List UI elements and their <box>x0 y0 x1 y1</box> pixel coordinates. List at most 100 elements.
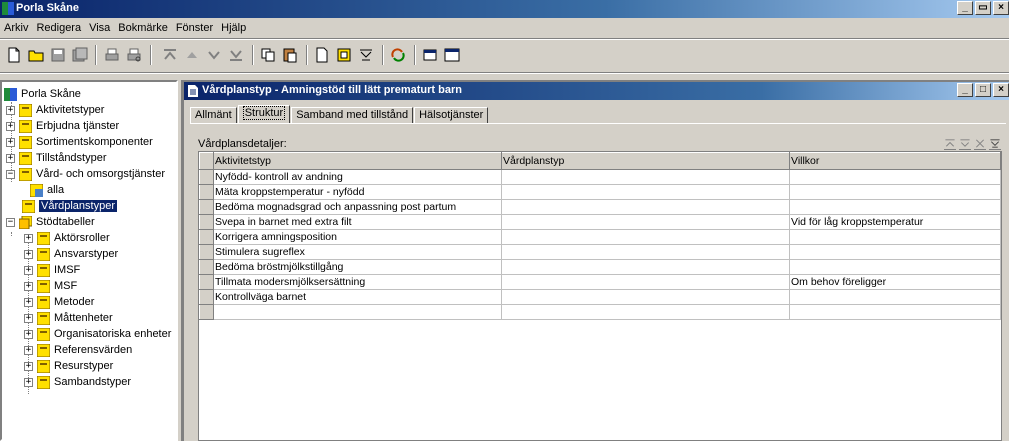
tab-halsotjanster[interactable]: Hälsotjänster <box>414 107 489 124</box>
table-row-empty[interactable] <box>199 304 1001 320</box>
cell-aktivitetstyp[interactable]: Kontrollväga barnet <box>213 289 502 305</box>
tree-item-aktorsroller[interactable]: + Aktörsroller <box>24 230 110 246</box>
expand-icon[interactable]: + <box>6 153 15 163</box>
activity-grid[interactable]: Aktivitetstyp Vårdplanstyp Villkor Nyföd… <box>198 151 1002 441</box>
move-down-icon[interactable] <box>959 138 971 150</box>
cell-aktivitetstyp[interactable]: Tillmata modersmjölksersättning <box>213 274 502 290</box>
expand-icon[interactable]: + <box>24 297 33 307</box>
row-selector[interactable] <box>199 289 214 305</box>
tree-item-sambandstyper[interactable]: + Sambandstyper <box>24 374 131 390</box>
expand-icon[interactable]: + <box>24 361 33 371</box>
expand-icon[interactable]: + <box>6 121 15 131</box>
cell-vardplanstyp[interactable] <box>501 199 790 215</box>
cell-aktivitetstyp[interactable]: Mäta kroppstemperatur - nyfödd <box>213 184 502 200</box>
cell-villkor[interactable] <box>789 199 1001 215</box>
column-header-vardplanstyp[interactable]: Vårdplanstyp <box>501 152 790 170</box>
cell-villkor[interactable] <box>789 259 1001 275</box>
cell-villkor[interactable]: Om behov föreligger <box>789 274 1001 290</box>
cell-villkor[interactable] <box>789 244 1001 260</box>
cell-vardplanstyp[interactable] <box>501 184 790 200</box>
tree-item-tillstandstyper[interactable]: + Tillståndstyper <box>6 150 107 166</box>
tree-item-msf[interactable]: + MSF <box>24 278 77 294</box>
cell-vardplanstyp[interactable] <box>501 169 790 185</box>
cell-villkor[interactable] <box>789 289 1001 305</box>
child-minimize-button[interactable]: _ <box>957 83 973 97</box>
expand-icon[interactable]: + <box>24 249 33 259</box>
row-selector[interactable] <box>199 199 214 215</box>
collapse-icon[interactable]: − <box>6 169 15 179</box>
menu-hjalp[interactable]: Hjälp <box>221 22 246 34</box>
empty-cell[interactable] <box>213 304 502 320</box>
row-selector[interactable] <box>199 304 214 320</box>
paste-icon[interactable] <box>280 45 300 65</box>
child-maximize-button[interactable]: □ <box>975 83 991 97</box>
restore-button[interactable]: ▭ <box>975 1 991 15</box>
close-button[interactable]: × <box>993 1 1009 15</box>
menu-arkiv[interactable]: Arkiv <box>4 22 28 34</box>
menu-bokmarke[interactable]: Bokmärke <box>118 22 168 34</box>
table-row[interactable]: Bedöma mognadsgrad och anpassning post p… <box>199 199 1001 215</box>
tree-item-stodtabeller[interactable]: − Stödtabeller <box>6 214 95 230</box>
refresh-icon[interactable] <box>388 45 408 65</box>
row-selector[interactable] <box>199 259 214 275</box>
table-row[interactable]: Korrigera amningsposition <box>199 229 1001 245</box>
open-icon[interactable] <box>26 45 46 65</box>
filter-icon[interactable] <box>356 45 376 65</box>
cell-aktivitetstyp[interactable]: Bedöma mognadsgrad och anpassning post p… <box>213 199 502 215</box>
expand-icon[interactable]: + <box>6 137 15 147</box>
menu-fonster[interactable]: Fönster <box>176 22 213 34</box>
row-selector[interactable] <box>199 214 214 230</box>
cell-vardplanstyp[interactable] <box>501 214 790 230</box>
collapse-icon[interactable]: − <box>6 217 15 227</box>
table-row[interactable]: Tillmata modersmjölksersättning Om behov … <box>199 274 1001 290</box>
window-icon[interactable] <box>420 45 440 65</box>
table-row[interactable]: Svepa in barnet med extra filt Vid för lå… <box>199 214 1001 230</box>
cell-aktivitetstyp[interactable]: Stimulera sugreflex <box>213 244 502 260</box>
move-top-icon[interactable] <box>944 138 956 150</box>
save-icon[interactable] <box>48 45 68 65</box>
row-selector[interactable] <box>199 229 214 245</box>
cell-villkor[interactable] <box>789 184 1001 200</box>
app-title-bar[interactable]: Porla Skåne _ ▭ × <box>0 0 1009 18</box>
cell-vardplanstyp[interactable] <box>501 229 790 245</box>
empty-cell[interactable] <box>501 304 790 320</box>
tree-root[interactable]: Porla Skåne <box>4 86 81 102</box>
expand-icon[interactable]: + <box>24 345 33 355</box>
cell-aktivitetstyp[interactable]: Korrigera amningsposition <box>213 229 502 245</box>
cell-aktivitetstyp[interactable]: Nyfödd- kontroll av andning <box>213 169 502 185</box>
menu-redigera[interactable]: Redigera <box>36 22 81 34</box>
cell-aktivitetstyp[interactable]: Bedöma bröstmjölkstillgång <box>213 259 502 275</box>
tree-item-sortimentskomponenter[interactable]: + Sortimentskomponenter <box>6 134 153 150</box>
tree-item-organisatoriska-enheter[interactable]: + Organisatoriska enheter <box>24 326 171 342</box>
expand-icon[interactable]: + <box>24 377 33 387</box>
expand-icon[interactable]: + <box>24 265 33 275</box>
tab-struktur[interactable]: Struktur <box>237 105 291 124</box>
tab-samband-med-tillstand[interactable]: Samband med tillstånd <box>291 107 414 124</box>
table-row[interactable]: Bedöma bröstmjölkstillgång <box>199 259 1001 275</box>
cell-vardplanstyp[interactable] <box>501 244 790 260</box>
tree-item-mattenheter[interactable]: + Måttenheter <box>24 310 113 326</box>
filter-icon[interactable] <box>989 138 1001 150</box>
table-row[interactable]: Stimulera sugreflex <box>199 244 1001 260</box>
tree-item-referensvarden[interactable]: + Referensvärden <box>24 342 132 358</box>
table-row[interactable]: Mäta kroppstemperatur - nyfödd <box>199 184 1001 200</box>
menu-visa[interactable]: Visa <box>89 22 110 34</box>
tree-item-ansvarstyper[interactable]: + Ansvarstyper <box>24 246 118 262</box>
cell-villkor[interactable]: Vid för låg kroppstemperatur <box>789 214 1001 230</box>
empty-cell[interactable] <box>789 304 1001 320</box>
expand-icon[interactable]: + <box>24 281 33 291</box>
print-icon[interactable] <box>102 45 122 65</box>
expand-icon[interactable]: + <box>6 105 15 115</box>
document-icon[interactable] <box>312 45 332 65</box>
cell-vardplanstyp[interactable] <box>501 259 790 275</box>
move-bottom-icon[interactable] <box>226 45 246 65</box>
delete-icon[interactable] <box>974 138 986 150</box>
minimize-button[interactable]: _ <box>957 1 973 15</box>
cell-aktivitetstyp[interactable]: Svepa in barnet med extra filt <box>213 214 502 230</box>
tree-item-imsf[interactable]: + IMSF <box>24 262 80 278</box>
tree-item-aktivitetstyper[interactable]: + Aktivitetstyper <box>6 102 104 118</box>
move-top-icon[interactable] <box>160 45 180 65</box>
tree-item-alla[interactable]: alla <box>30 182 64 198</box>
print-preview-icon[interactable] <box>124 45 144 65</box>
row-selector[interactable] <box>199 244 214 260</box>
